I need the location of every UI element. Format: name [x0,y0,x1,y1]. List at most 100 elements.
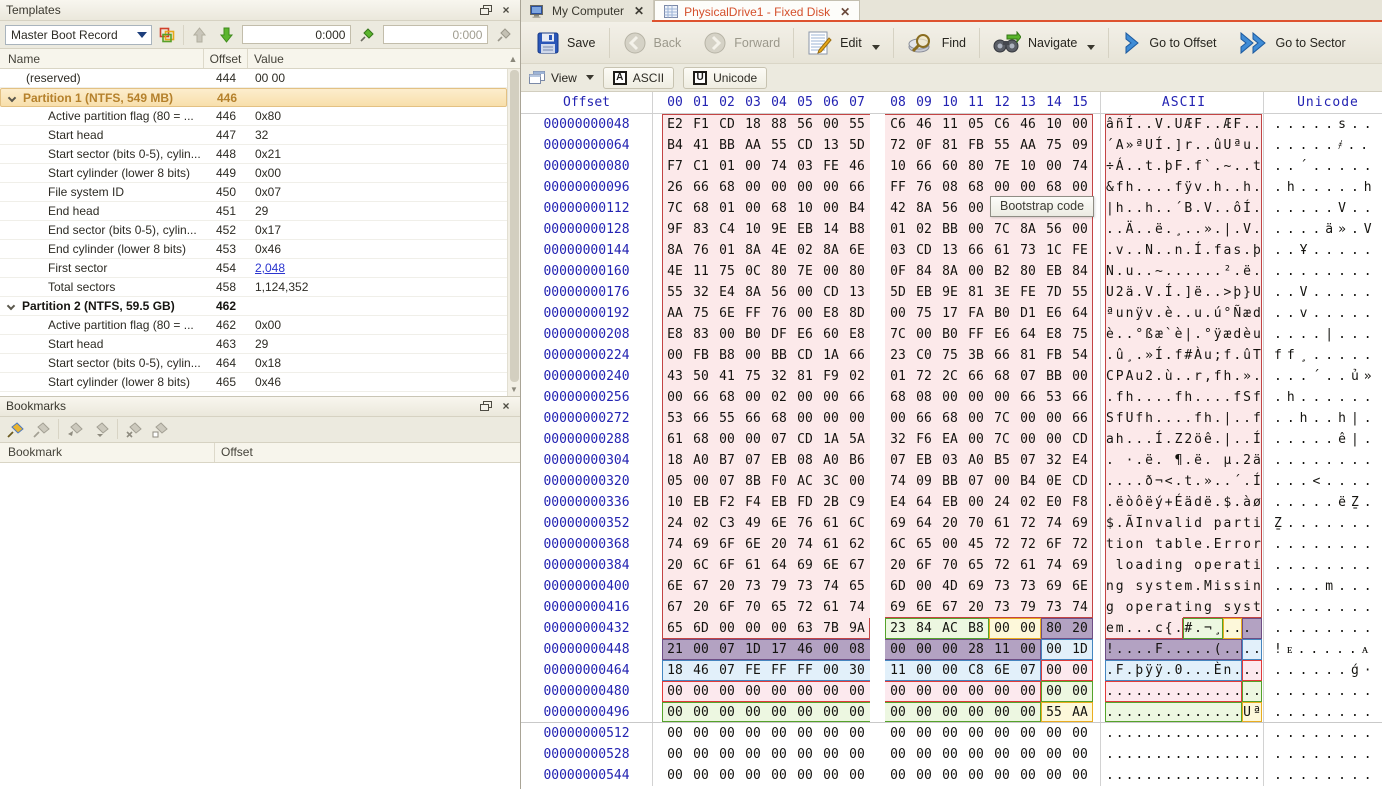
hex-byte[interactable]: 01 [714,198,740,219]
hex-byte[interactable]: 00 [818,660,844,681]
hex-row-bytes[interactable]: E2F1CD1888560055C6461105C6461000 [653,114,1101,135]
ascii-char[interactable]: l [1174,513,1184,534]
ascii-char[interactable]: . [1164,198,1174,219]
hex-byte[interactable]: 00 [989,723,1015,744]
ascii-char[interactable]: . [1193,387,1203,408]
hex-row-ascii[interactable]: ..............Uª [1101,702,1264,722]
ascii-char[interactable]: . [1183,408,1193,429]
hex-byte[interactable]: E4 [885,492,911,513]
hex-byte[interactable]: F4 [740,492,766,513]
hex-row[interactable]: 0000000033610EBF2F4EBFD2BC9E464EB002402E… [521,492,1382,513]
hex-byte[interactable]: 00 [844,744,870,765]
hex-byte[interactable]: B8 [844,219,870,240]
hex-row-ascii[interactable]: ÷Á..t.þF.f`.~..t [1101,156,1264,177]
hex-byte[interactable]: BB [937,219,963,240]
ascii-char[interactable]: ª [1232,135,1242,156]
hex-byte[interactable]: 00 [818,261,844,282]
ascii-char[interactable]: f [1115,177,1125,198]
ascii-char[interactable]: . [1242,660,1252,681]
hex-row-ascii[interactable]: U2ä.V.Í.]ë..>þ}U [1101,282,1264,303]
ascii-char[interactable]: n [1193,597,1203,618]
ascii-char[interactable]: ¬ [1154,471,1164,492]
ascii-char[interactable]: ô [1232,198,1242,219]
forward-button[interactable]: Forward [692,25,791,61]
ascii-char[interactable]: ö [1193,429,1203,450]
ascii-char[interactable]: l [1115,555,1125,576]
hex-byte[interactable]: 00 [714,429,740,450]
ascii-char[interactable]: . [1183,660,1193,681]
hex-byte[interactable]: BB [1041,366,1067,387]
ascii-char[interactable]: . [1164,345,1174,366]
hex-byte[interactable]: F6 [911,429,937,450]
hex-byte[interactable]: 1D [1067,639,1093,660]
template-row[interactable]: (reserved)44400 00 [0,69,507,88]
ascii-char[interactable]: . [1203,534,1213,555]
ascii-char[interactable]: . [1164,408,1174,429]
hex-byte[interactable]: 17 [937,303,963,324]
hex-byte[interactable]: 65 [844,576,870,597]
ascii-char[interactable]: ° [1203,324,1213,345]
scroll-up-icon[interactable]: ▲ [506,49,520,68]
hex-byte[interactable]: 00 [885,765,911,786]
ascii-char[interactable]: æ [1242,303,1252,324]
hex-byte[interactable]: 07 [766,429,792,450]
hex-byte[interactable]: 11 [937,114,963,135]
hex-byte[interactable]: 69 [963,576,989,597]
ascii-char[interactable]: . [1213,702,1223,722]
hex-byte[interactable]: 6F [1041,534,1067,555]
hex-byte[interactable]: 81 [963,282,989,303]
hex-row-unicode[interactable]: ....ä».V [1264,219,1382,240]
ascii-char[interactable]: n [1174,240,1184,261]
hex-row-ascii[interactable]: SfUfh....fh.|..f [1101,408,1264,429]
ascii-char[interactable]: s [1242,597,1252,618]
hex-byte[interactable]: 00 [844,471,870,492]
hex-byte[interactable]: 00 [911,681,937,702]
ascii-char[interactable]: N [1105,261,1115,282]
ascii-char[interactable]: p [1134,597,1144,618]
hex-byte[interactable]: 56 [766,282,792,303]
hex-byte[interactable]: B8 [714,345,740,366]
ascii-char[interactable]: . [1174,744,1184,765]
ascii-char[interactable]: . [1203,723,1213,744]
ascii-char[interactable]: f [1252,387,1262,408]
hex-byte[interactable]: 66 [911,408,937,429]
ascii-char[interactable]: ë [1144,492,1154,513]
ascii-char[interactable]: . [1154,177,1164,198]
hex-byte[interactable]: 00 [911,702,937,722]
hex-row[interactable]: 00000000080F7C101007403FE46106660807E100… [521,156,1382,177]
hex-byte[interactable]: 6D [688,618,714,639]
hex-byte[interactable]: 08 [844,639,870,660]
template-row[interactable]: Start head44732 [0,126,507,145]
ascii-char[interactable]: | [1223,429,1233,450]
hex-row-unicode[interactable]: ........ [1264,702,1382,722]
ascii-char[interactable]: & [1105,177,1115,198]
hex-byte[interactable]: 68 [766,198,792,219]
hex-byte[interactable]: 00 [844,765,870,786]
hex-byte[interactable]: A0 [963,450,989,471]
hex-byte[interactable]: 00 [989,765,1015,786]
ascii-char[interactable]: h [1144,408,1154,429]
hex-byte[interactable]: 1C [1041,240,1067,261]
ascii-char[interactable]: . [1174,366,1184,387]
ascii-char[interactable]: . [1193,135,1203,156]
hex-byte[interactable]: 75 [911,303,937,324]
ascii-char[interactable]: ë [1193,450,1203,471]
hex-row-ascii[interactable]: &fh....fÿv.h..h. [1101,177,1264,198]
hex-byte[interactable]: 60 [818,324,844,345]
ascii-char[interactable]: # [1183,618,1193,639]
ascii-char[interactable]: ÿ [1183,177,1193,198]
hex-row-unicode[interactable]: ........ [1264,534,1382,555]
ascii-char[interactable]: . [1105,345,1115,366]
hex-byte[interactable]: 7D [1041,282,1067,303]
ascii-char[interactable]: . [1203,177,1213,198]
ascii-char[interactable]: f [1252,408,1262,429]
ascii-char[interactable]: . [1203,240,1213,261]
hex-byte[interactable]: 66 [688,387,714,408]
hex-row-offset[interactable]: 00000000192 [521,303,653,324]
hex-byte[interactable]: 24 [989,492,1015,513]
tab-physicaldrive1[interactable]: PhysicalDrive1 - Fixed Disk ✕ [654,0,860,22]
hex-row-ascii[interactable]: ah...Í.Z2öê.|..Í [1101,429,1264,450]
navigate-button[interactable]: Navigate [982,25,1106,61]
ascii-char[interactable]: . [1203,135,1213,156]
ascii-char[interactable]: . [1134,450,1144,471]
